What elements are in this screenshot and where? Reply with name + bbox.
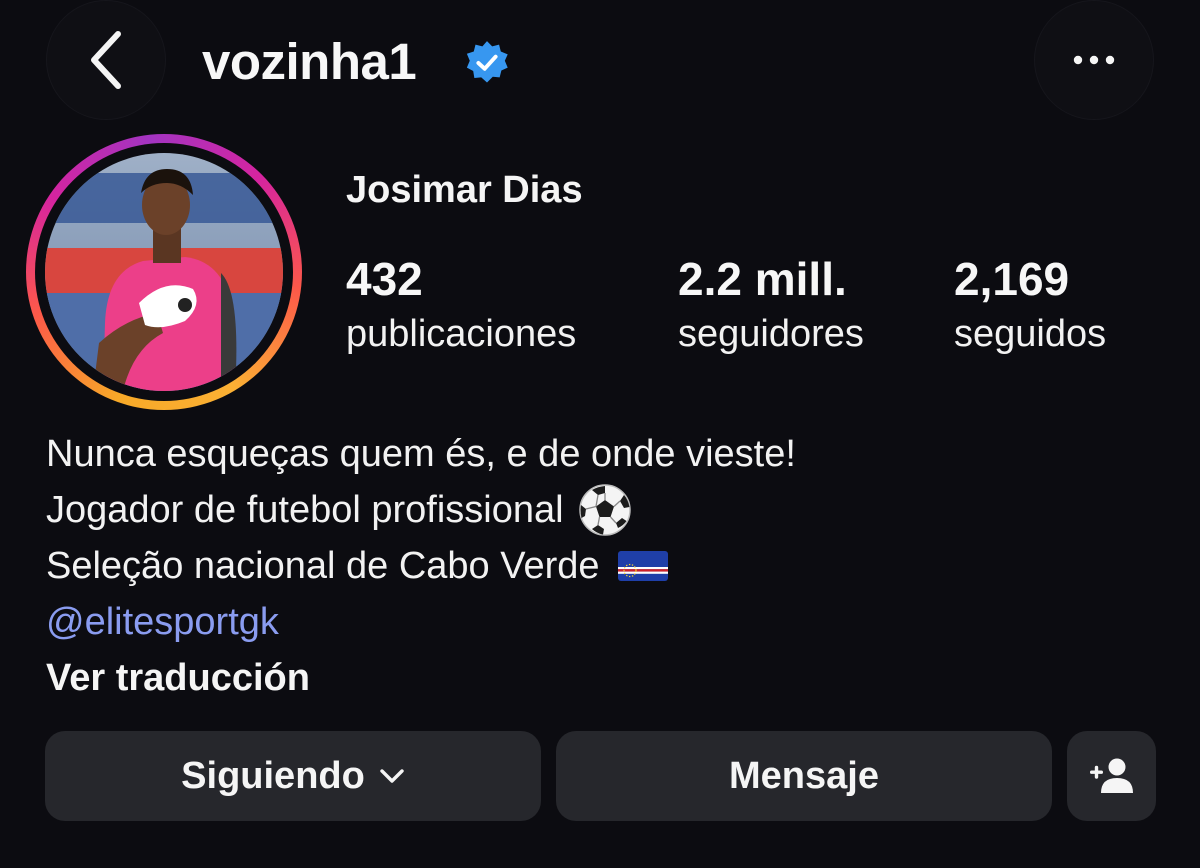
bio-line: Seleção nacional de Cabo Verde xyxy=(46,538,796,594)
message-button-label: Mensaje xyxy=(729,754,879,797)
bio-mention-link[interactable]: @elitesportgk xyxy=(46,594,279,650)
chevron-left-icon xyxy=(91,31,121,89)
profile-bio: Nunca esqueças quem és, e de onde vieste… xyxy=(46,426,796,706)
posts-stat[interactable]: 432 publicaciones xyxy=(346,252,576,362)
bio-text: Nunca esqueças quem és, e de onde vieste… xyxy=(46,433,796,475)
bio-text: Jogador de futebol profissional xyxy=(46,489,564,531)
soccer-ball-icon xyxy=(578,484,631,536)
more-horizontal-icon xyxy=(1073,55,1115,65)
posts-count: 432 xyxy=(346,253,423,305)
chevron-down-icon xyxy=(380,769,404,783)
following-button[interactable]: Siguiendo xyxy=(45,731,541,821)
following-stat[interactable]: 2,169 seguidos xyxy=(954,252,1106,362)
see-translation-link[interactable]: Ver traducción xyxy=(46,650,310,706)
suggested-accounts-button[interactable] xyxy=(1067,731,1156,821)
followers-count: 2.2 mill. xyxy=(678,253,847,305)
followers-stat[interactable]: 2.2 mill. seguidores xyxy=(678,252,864,362)
cape-verde-flag-icon xyxy=(617,551,668,581)
add-person-icon xyxy=(1089,758,1133,793)
profile-username: vozinha1 xyxy=(202,33,417,90)
top-bar: vozinha1 xyxy=(0,0,1200,125)
following-count: 2,169 xyxy=(954,253,1070,305)
bio-text: Seleção nacional de Cabo Verde xyxy=(46,545,600,587)
following-button-label: Siguiendo xyxy=(181,754,365,797)
profile-full-name: Josimar Dias xyxy=(346,169,583,211)
profile-avatar[interactable] xyxy=(45,153,283,391)
followers-label: seguidores xyxy=(678,313,864,355)
following-label: seguidos xyxy=(954,313,1107,355)
story-ring[interactable] xyxy=(26,134,302,410)
bio-line: @elitesportgk xyxy=(46,594,796,650)
avatar-photo xyxy=(45,153,283,391)
bio-line: Jogador de futebol profissional xyxy=(46,482,796,538)
bio-line: Nunca esqueças quem és, e de onde vieste… xyxy=(46,426,796,482)
more-options-button[interactable] xyxy=(1034,0,1154,120)
posts-label: publicaciones xyxy=(346,313,577,355)
bio-line: Ver traducción xyxy=(46,650,796,706)
verified-badge-icon xyxy=(466,41,508,83)
back-button[interactable] xyxy=(46,0,166,120)
message-button[interactable]: Mensaje xyxy=(556,731,1052,821)
